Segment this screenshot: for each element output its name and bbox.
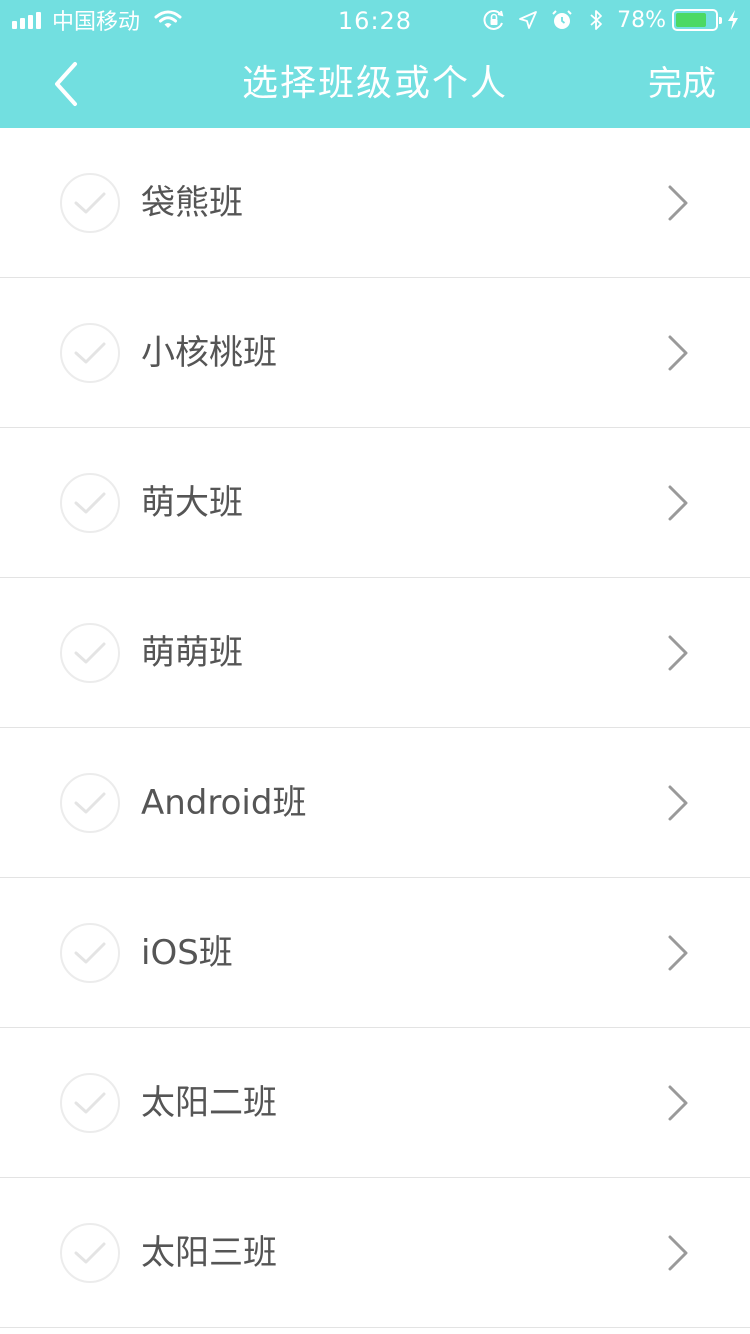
chevron-right-icon[interactable] <box>658 183 698 223</box>
battery-percent: 78% <box>617 7 666 33</box>
list-item-label: 萌大班 <box>141 483 243 523</box>
bluetooth-icon <box>585 9 607 31</box>
chevron-right-icon[interactable] <box>658 783 698 823</box>
list-item[interactable]: 太阳三班 <box>0 1178 750 1328</box>
location-icon <box>517 9 539 31</box>
list-item[interactable]: 小核桃班 <box>0 278 750 428</box>
done-button[interactable]: 完成 <box>648 40 716 128</box>
list-item-label: 太阳二班 <box>141 1083 277 1123</box>
alarm-icon <box>551 9 573 31</box>
list-item[interactable]: iOS班 <box>0 878 750 1028</box>
chevron-right-icon[interactable] <box>658 333 698 373</box>
list-item-label: iOS班 <box>141 933 233 973</box>
checkmark-icon <box>74 942 106 964</box>
checkbox-circle[interactable] <box>60 173 120 233</box>
list-item[interactable]: 太阳二班 <box>0 1028 750 1178</box>
checkmark-icon <box>74 1242 106 1264</box>
chevron-right-icon[interactable] <box>658 933 698 973</box>
checkbox-circle[interactable] <box>60 473 120 533</box>
chevron-right-icon[interactable] <box>658 1233 698 1273</box>
checkmark-icon <box>74 342 106 364</box>
checkbox-circle[interactable] <box>60 323 120 383</box>
chevron-right-icon[interactable] <box>658 633 698 673</box>
checkmark-icon <box>74 492 106 514</box>
page-title: 选择班级或个人 <box>241 63 508 104</box>
list-item-label: 袋熊班 <box>141 183 243 223</box>
checkmark-icon <box>74 642 106 664</box>
list-item-label: 萌萌班 <box>141 633 243 673</box>
nav-bar: 选择班级或个人 完成 <box>0 40 750 128</box>
checkbox-circle[interactable] <box>60 1223 120 1283</box>
checkbox-circle[interactable] <box>60 623 120 683</box>
checkmark-icon <box>74 792 106 814</box>
class-list: 袋熊班小核桃班萌大班萌萌班 Android班 iOS班太阳二班太阳三班 <box>0 128 750 1328</box>
battery-icon <box>672 9 722 31</box>
chevron-right-icon[interactable] <box>658 483 698 523</box>
battery-level-fill <box>676 13 706 27</box>
list-item-label: 小核桃班 <box>141 333 277 373</box>
status-bar-right: 78% <box>471 7 740 33</box>
list-item[interactable]: 萌大班 <box>0 428 750 578</box>
orientation-lock-icon <box>483 9 505 31</box>
list-item-label: 太阳三班 <box>141 1233 277 1273</box>
chevron-right-icon[interactable] <box>658 1083 698 1123</box>
header: 中国移动 16:28 78% 选择班级或个人 完成 <box>0 0 750 128</box>
checkbox-circle[interactable] <box>60 923 120 983</box>
list-item-label: Android班 <box>141 783 307 823</box>
status-bar: 中国移动 16:28 78% <box>0 0 750 40</box>
checkmark-icon <box>74 192 106 214</box>
charging-bolt-icon <box>726 9 740 31</box>
list-item[interactable]: 袋熊班 <box>0 128 750 278</box>
checkbox-circle[interactable] <box>60 773 120 833</box>
list-item[interactable]: 萌萌班 <box>0 578 750 728</box>
list-item[interactable]: Android班 <box>0 728 750 878</box>
checkbox-circle[interactable] <box>60 1073 120 1133</box>
checkmark-icon <box>74 1092 106 1114</box>
